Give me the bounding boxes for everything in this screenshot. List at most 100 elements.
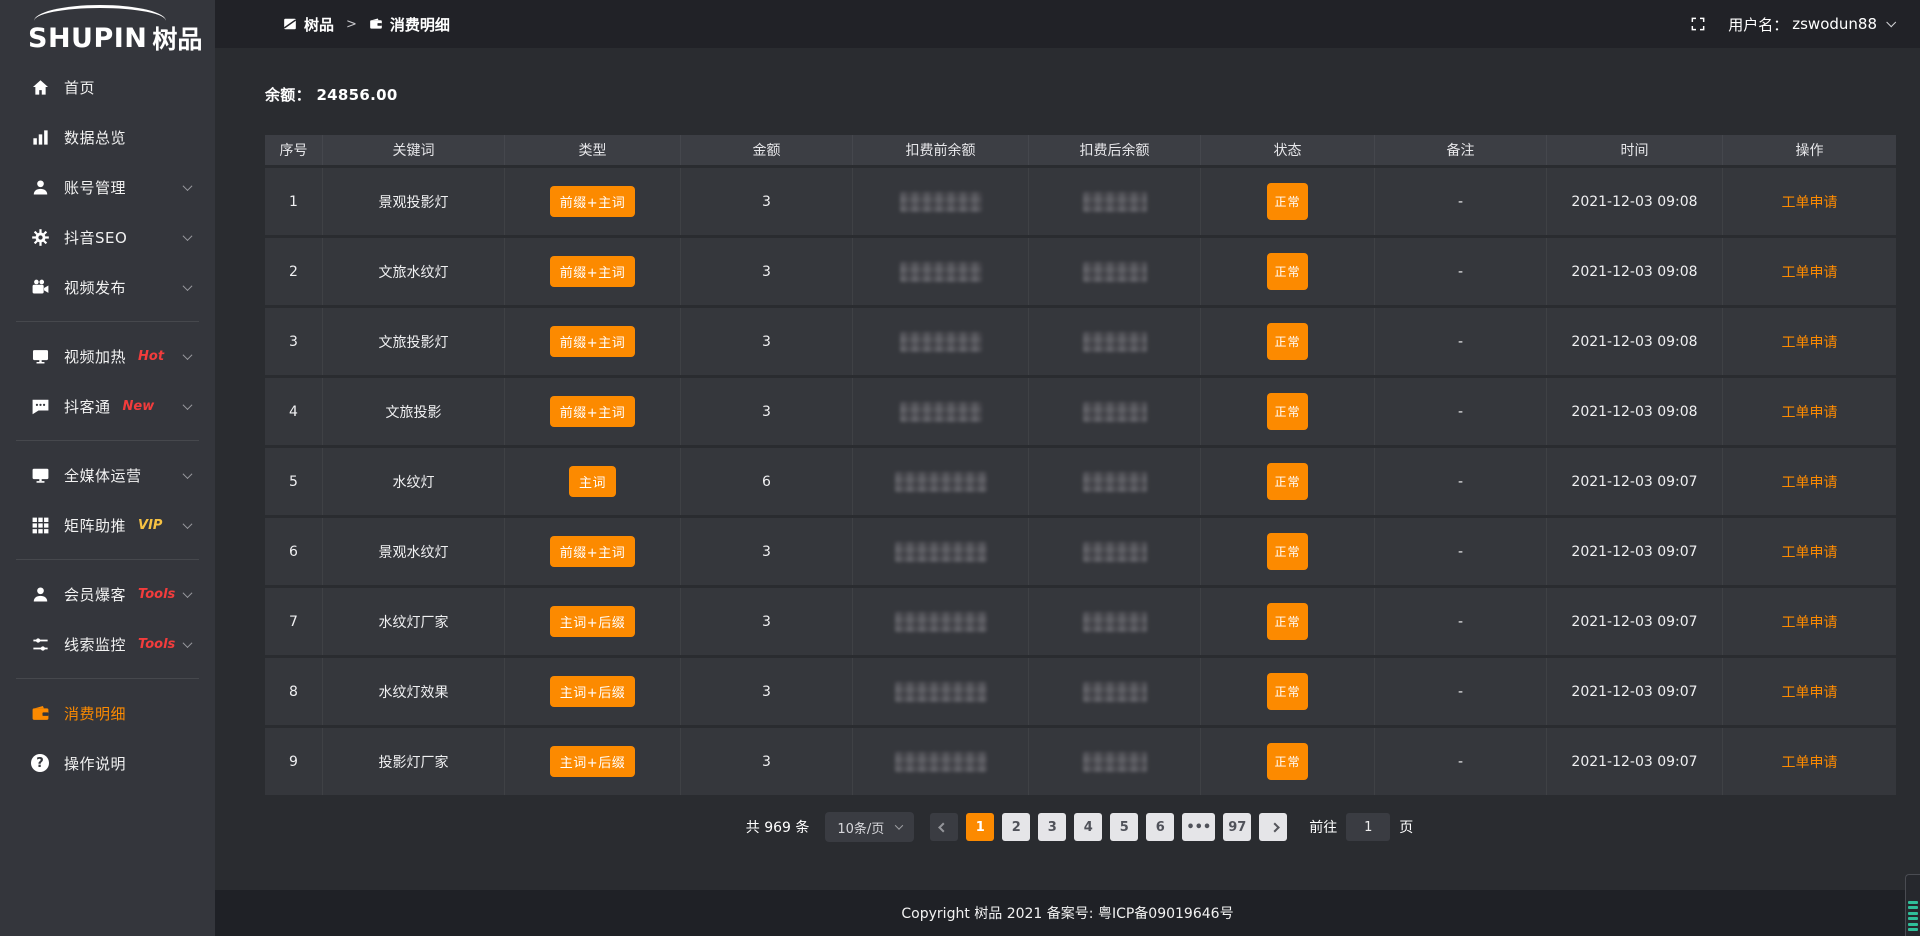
ticket-apply-link[interactable]: 工单申请: [1782, 265, 1838, 281]
widget-stripe: [1908, 923, 1918, 926]
prev-page-button[interactable]: [930, 813, 958, 841]
breadcrumb-item-current: 消费明细: [369, 14, 450, 35]
page-button-1[interactable]: 1: [966, 813, 994, 841]
cell-balance-after: [1029, 238, 1201, 305]
cell-amount: 3: [681, 238, 853, 305]
goto-page: 前往 页: [1309, 813, 1413, 841]
sidebar-item-all-media-operation[interactable]: 全媒体运营: [0, 450, 215, 500]
cell-type: 主词+后缀: [505, 728, 681, 795]
sidebar-item-clue-monitor[interactable]: 线索监控Tools: [0, 619, 215, 669]
chevron-down-icon: [183, 231, 193, 241]
cell-remark: -: [1375, 168, 1547, 235]
ticket-apply-link[interactable]: 工单申请: [1782, 475, 1838, 491]
sidebar-item-label: 抖音SEO: [64, 227, 127, 248]
cell-time: 2021-12-03 09:08: [1547, 308, 1723, 375]
topbar: 树品 > 消费明细 用户名： zswodun88: [215, 0, 1920, 48]
cell-keyword: 文旅投影灯: [323, 308, 505, 375]
chevron-down-icon: [183, 469, 193, 479]
sidebar-item-account-management[interactable]: 账号管理: [0, 162, 215, 212]
grid-icon: [30, 515, 50, 535]
column-header: 扣费后余额: [1029, 135, 1201, 165]
next-page-button[interactable]: [1259, 813, 1287, 841]
sidebar-divider: [16, 559, 199, 560]
redacted-balance-before: [895, 612, 987, 632]
fullscreen-icon[interactable]: [1690, 16, 1706, 32]
cell-remark: -: [1375, 308, 1547, 375]
cell-balance-after: [1029, 658, 1201, 725]
sidebar-nav: 首页数据总览账号管理抖音SEO视频发布视频加热Hot抖客通New全媒体运营矩阵助…: [0, 62, 215, 936]
page-button-5[interactable]: 5: [1110, 813, 1138, 841]
cell-status: 正常: [1201, 518, 1375, 585]
sidebar-item-member-baoke[interactable]: 会员爆客Tools: [0, 569, 215, 619]
page-button-4[interactable]: 4: [1074, 813, 1102, 841]
cell-action: 工单申请: [1723, 518, 1896, 585]
ticket-apply-link[interactable]: 工单申请: [1782, 195, 1838, 211]
page-button-2[interactable]: 2: [1002, 813, 1030, 841]
table-row: 8水纹灯效果主词+后缀3正常-2021-12-03 09:07工单申请: [265, 658, 1896, 725]
cell-keyword: 景观水纹灯: [323, 518, 505, 585]
balance: 余额： 24856.00: [265, 84, 1920, 105]
ticket-apply-link[interactable]: 工单申请: [1782, 615, 1838, 631]
sidebar-item-douketong[interactable]: 抖客通New: [0, 381, 215, 431]
cell-status: 正常: [1201, 588, 1375, 655]
ticket-apply-link[interactable]: 工单申请: [1782, 335, 1838, 351]
ticket-apply-link[interactable]: 工单申请: [1782, 755, 1838, 771]
chevron-down-icon: [183, 400, 193, 410]
sidebar-item-video-heating[interactable]: 视频加热Hot: [0, 331, 215, 381]
chevron-down-icon: [183, 638, 193, 648]
page-size-select[interactable]: 10条/页: [825, 812, 914, 842]
status-badge: 正常: [1267, 183, 1307, 220]
ticket-apply-link[interactable]: 工单申请: [1782, 685, 1838, 701]
cell-remark: -: [1375, 518, 1547, 585]
sidebar-item-matrix-boost[interactable]: 矩阵助推VIP: [0, 500, 215, 550]
page-button-6[interactable]: 6: [1146, 813, 1174, 841]
sidebar-item-instructions[interactable]: ?操作说明: [0, 738, 215, 788]
cell-balance-before: [853, 588, 1029, 655]
sidebar-divider: [16, 440, 199, 441]
chevron-down-icon: [183, 281, 193, 291]
widget-stripe: [1908, 928, 1918, 931]
type-badge: 主词+后缀: [550, 676, 635, 707]
column-header: 操作: [1723, 135, 1896, 165]
cell-time: 2021-12-03 09:08: [1547, 168, 1723, 235]
chevron-down-icon: [183, 588, 193, 598]
customer-service-widget[interactable]: [1905, 874, 1920, 936]
sidebar-item-label: 矩阵助推: [64, 515, 126, 536]
redacted-balance-before: [895, 752, 987, 772]
user-menu[interactable]: 用户名： zswodun88: [1728, 14, 1894, 35]
column-header: 关键词: [323, 135, 505, 165]
cell-balance-after: [1029, 588, 1201, 655]
cell-action: 工单申请: [1723, 728, 1896, 795]
page-button-97[interactable]: 97: [1223, 813, 1251, 841]
status-badge: 正常: [1267, 463, 1307, 500]
page-button-ellipsis[interactable]: •••: [1182, 813, 1215, 841]
cell-no: 5: [265, 448, 323, 515]
cell-action: 工单申请: [1723, 658, 1896, 725]
cell-action: 工单申请: [1723, 238, 1896, 305]
app-logo[interactable]: SHUPIN 树品: [0, 0, 215, 62]
goto-page-input[interactable]: [1346, 813, 1390, 841]
status-badge: 正常: [1267, 323, 1307, 360]
breadcrumb-label: 树品: [304, 14, 334, 35]
ticket-apply-link[interactable]: 工单申请: [1782, 545, 1838, 561]
sidebar-item-douyin-seo[interactable]: 抖音SEO: [0, 212, 215, 262]
sidebar-item-data-overview[interactable]: 数据总览: [0, 112, 215, 162]
sidebar-item-video-publish[interactable]: 视频发布: [0, 262, 215, 312]
sidebar-item-consumption-detail[interactable]: 消费明细: [0, 688, 215, 738]
redacted-balance-before: [895, 472, 987, 492]
app-root: SHUPIN 树品 首页数据总览账号管理抖音SEO 视频发布视频加热Hot抖客通N…: [0, 0, 1920, 936]
chevron-right-icon: [1270, 822, 1280, 832]
cell-time: 2021-12-03 09:07: [1547, 658, 1723, 725]
cell-no: 3: [265, 308, 323, 375]
cell-type: 主词+后缀: [505, 588, 681, 655]
redacted-balance-before: [900, 262, 982, 282]
ticket-apply-link[interactable]: 工单申请: [1782, 405, 1838, 421]
breadcrumb-label: 消费明细: [390, 14, 450, 35]
cell-status: 正常: [1201, 238, 1375, 305]
sidebar-item-home[interactable]: 首页: [0, 62, 215, 112]
sidebar-item-label: 视频发布: [64, 277, 126, 298]
redacted-balance-before: [895, 682, 987, 702]
breadcrumb-item-home[interactable]: 树品: [283, 14, 334, 35]
cell-type: 主词: [505, 448, 681, 515]
page-button-3[interactable]: 3: [1038, 813, 1066, 841]
